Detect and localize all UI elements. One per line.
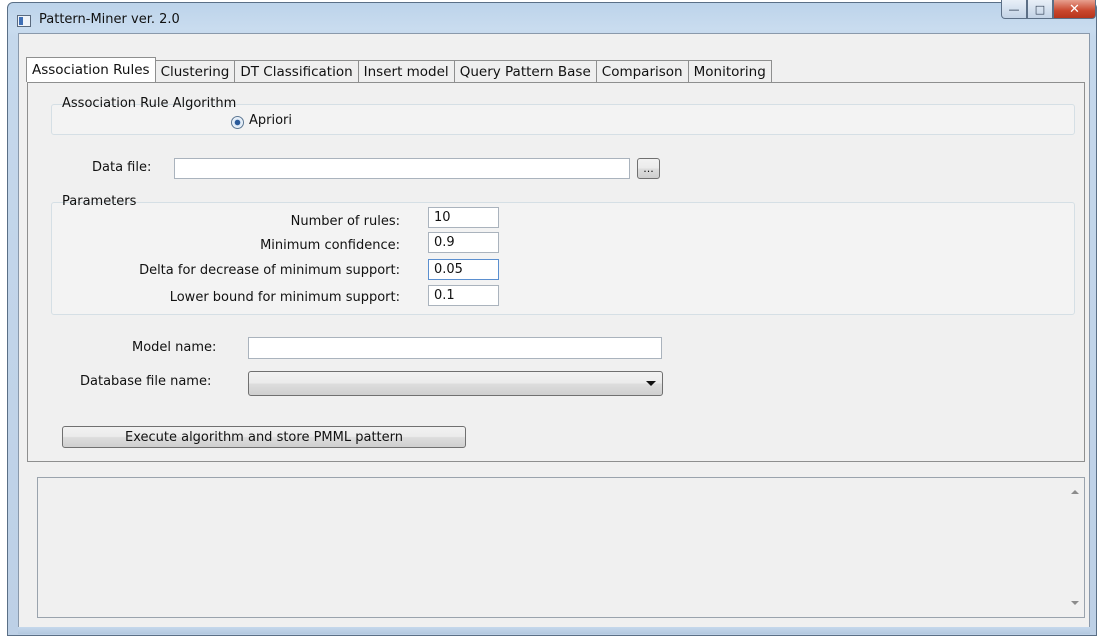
output-scrollbar[interactable] bbox=[1067, 478, 1084, 617]
parameters-group-title: Parameters bbox=[62, 194, 137, 209]
data-file-label: Data file: bbox=[92, 160, 152, 175]
maximize-icon[interactable]: □ bbox=[1027, 0, 1053, 19]
number-of-rules-input[interactable]: 10 bbox=[428, 207, 499, 228]
database-file-select[interactable] bbox=[248, 371, 663, 396]
minimum-confidence-label: Minimum confidence: bbox=[260, 238, 400, 253]
minimum-confidence-input[interactable]: 0.9 bbox=[428, 232, 499, 253]
tab-strip: Association Rules Clustering DT Classifi… bbox=[26, 57, 772, 82]
tab-dt-classification[interactable]: DT Classification bbox=[234, 60, 359, 82]
model-name-input[interactable] bbox=[248, 337, 662, 359]
database-file-label: Database file name: bbox=[80, 374, 212, 389]
delta-support-input[interactable]: 0.05 bbox=[428, 259, 499, 280]
tab-association-rules[interactable]: Association Rules bbox=[26, 57, 156, 82]
execute-button[interactable]: Execute algorithm and store PMML pattern bbox=[62, 426, 466, 448]
tab-comparison[interactable]: Comparison bbox=[595, 60, 689, 82]
data-file-input[interactable] bbox=[174, 158, 630, 179]
tab-clustering[interactable]: Clustering bbox=[154, 60, 236, 82]
lower-bound-support-label: Lower bound for minimum support: bbox=[169, 290, 400, 305]
tab-insert-model[interactable]: Insert model bbox=[357, 60, 455, 82]
window-title: Pattern-Miner ver. 2.0 bbox=[39, 12, 180, 27]
lower-bound-support-input[interactable]: 0.1 bbox=[428, 285, 499, 306]
window-bottom-edge bbox=[18, 627, 1090, 634]
close-icon[interactable]: ✕ bbox=[1053, 0, 1096, 19]
delta-support-label: Delta for decrease of minimum support: bbox=[139, 263, 400, 278]
model-name-label: Model name: bbox=[132, 340, 217, 355]
app-icon bbox=[17, 15, 31, 27]
tab-query-pattern-base[interactable]: Query Pattern Base bbox=[453, 60, 597, 82]
chevron-down-icon bbox=[646, 381, 656, 386]
browse-button[interactable]: ... bbox=[637, 158, 660, 179]
output-area[interactable] bbox=[37, 477, 1085, 618]
scroll-down-icon[interactable] bbox=[1071, 601, 1079, 605]
apriori-radio[interactable] bbox=[231, 116, 244, 129]
apriori-label: Apriori bbox=[249, 113, 293, 128]
minimize-icon[interactable]: — bbox=[1001, 0, 1027, 19]
tab-monitoring[interactable]: Monitoring bbox=[687, 60, 772, 82]
caption-buttons: — □ ✕ bbox=[1001, 0, 1096, 19]
algorithm-group-title: Association Rule Algorithm bbox=[62, 96, 237, 111]
scroll-up-icon[interactable] bbox=[1071, 490, 1079, 494]
number-of-rules-label: Number of rules: bbox=[290, 214, 400, 229]
